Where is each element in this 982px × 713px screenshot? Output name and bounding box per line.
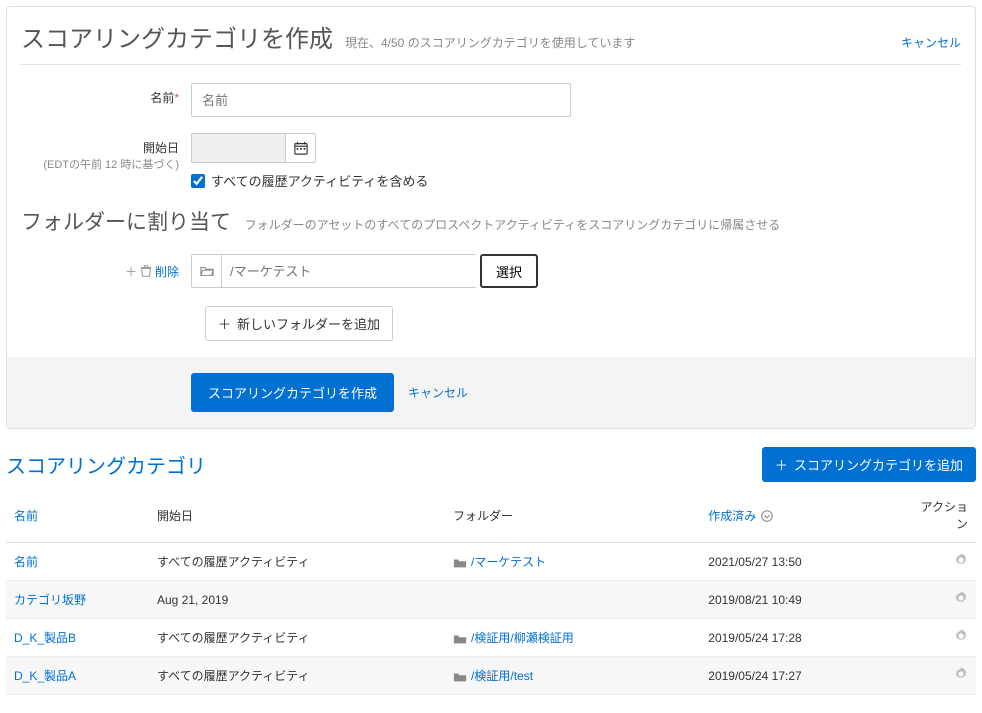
row-actions [904, 543, 976, 581]
gear-icon[interactable] [954, 629, 968, 643]
include-history-label: すべての履歴アクティビティを含める [211, 171, 428, 190]
sort-desc-icon [760, 509, 774, 523]
panel-header: スコアリングカテゴリを作成 現在、4/50 のスコアリングカテゴリを使用していま… [21, 19, 961, 54]
row-actions [904, 657, 976, 695]
row-name-link[interactable]: D_K_製品B [14, 631, 76, 645]
folder-icon [453, 556, 467, 570]
row-start: すべての履歴アクティビティ [149, 657, 445, 695]
start-date-label: 開始日 [143, 141, 179, 155]
list-title: スコアリングカテゴリ [6, 450, 206, 479]
row-start: すべての履歴アクティビティ [149, 543, 445, 581]
folder-section-header: フォルダーに割り当て フォルダーのアセットのすべてのプロスペクトアクティビティを… [21, 206, 961, 236]
add-category-button[interactable]: ＋ スコアリングカテゴリを追加 [762, 447, 976, 482]
col-header-created[interactable]: 作成済み [700, 488, 904, 543]
required-asterisk: * [174, 91, 179, 105]
folder-path-icon-addon [191, 254, 221, 288]
add-category-label: スコアリングカテゴリを追加 [794, 455, 963, 474]
row-folder-link[interactable]: /検証用/test [471, 669, 533, 683]
row-folder-link[interactable]: /検証用/柳瀬検証用 [471, 631, 574, 645]
category-list-section: スコアリングカテゴリ ＋ スコアリングカテゴリを追加 名前 開始日 フォルダー … [6, 447, 976, 695]
col-header-name[interactable]: 名前 [6, 488, 149, 543]
table-row: カテゴリ坂野 Aug 21, 2019 2019/08/21 10:49 [6, 581, 976, 619]
name-input[interactable] [191, 83, 571, 117]
row-actions [904, 619, 976, 657]
row-created: 2021/05/27 13:50 [700, 543, 904, 581]
row-name-link[interactable]: カテゴリ坂野 [14, 593, 86, 607]
start-date-row: 開始日 (EDTの午前 12 時に基づく) すべての履歴アクティビティを含める [21, 133, 961, 190]
col-header-actions: アクション [904, 488, 976, 543]
row-actions [904, 581, 976, 619]
create-category-panel: スコアリングカテゴリを作成 現在、4/50 のスコアリングカテゴリを使用していま… [6, 6, 976, 429]
gear-icon[interactable] [954, 667, 968, 681]
col-header-start: 開始日 [149, 488, 445, 543]
select-folder-button[interactable]: 選択 [480, 254, 538, 288]
row-created: 2019/05/24 17:27 [700, 657, 904, 695]
name-row: 名前* [21, 83, 961, 117]
folder-path-input[interactable] [221, 254, 476, 288]
row-created: 2019/05/24 17:28 [700, 619, 904, 657]
start-date-input[interactable] [191, 133, 286, 163]
row-folder-link[interactable]: /マーケテスト [471, 555, 546, 569]
table-row: 名前 すべての履歴アクティビティ/マーケテスト 2021/05/27 13:50 [6, 543, 976, 581]
add-new-folder-button[interactable]: ＋ 新しいフォルダーを追加 [205, 306, 393, 341]
folder-open-icon [200, 264, 214, 278]
date-picker-button[interactable] [286, 133, 316, 163]
divider [21, 64, 961, 65]
category-table: 名前 開始日 フォルダー 作成済み アクション 名前すべての履歴アクティビティ/… [6, 488, 976, 695]
add-icon[interactable]: ＋ [125, 263, 137, 280]
col-header-folder: フォルダー [445, 488, 700, 543]
row-name-link[interactable]: D_K_製品A [14, 669, 76, 683]
include-history-row[interactable]: すべての履歴アクティビティを含める [191, 171, 961, 190]
cancel-link-top[interactable]: キャンセル [901, 34, 961, 51]
folder-section-desc: フォルダーのアセットのすべてのプロスペクトアクティビティをスコアリングカテゴリに… [245, 218, 781, 232]
plus-icon: ＋ [218, 314, 231, 333]
delete-folder-link[interactable]: 削除 [155, 263, 179, 280]
folder-control-row: ＋ 削除 選択 [21, 254, 961, 288]
start-date-sublabel: (EDTの午前 12 時に基づく) [21, 156, 179, 172]
calendar-icon [294, 141, 308, 155]
table-row: D_K_製品A すべての履歴アクティビティ/検証用/test 2019/05/24 … [6, 657, 976, 695]
row-start: Aug 21, 2019 [149, 581, 445, 619]
cancel-link-bottom[interactable]: キャンセル [408, 384, 468, 401]
trash-icon[interactable] [139, 264, 153, 278]
create-button[interactable]: スコアリングカテゴリを作成 [191, 373, 394, 412]
row-created: 2019/08/21 10:49 [700, 581, 904, 619]
row-name-link[interactable]: 名前 [14, 555, 38, 569]
include-history-checkbox[interactable] [191, 174, 205, 188]
name-label: 名前 [150, 91, 174, 105]
folder-section-title: フォルダーに割り当て [21, 211, 231, 234]
col-header-created-label: 作成済み [708, 509, 756, 523]
folder-icon [453, 632, 467, 646]
action-bar: スコアリングカテゴリを作成 キャンセル [7, 357, 975, 428]
page-subtitle: 現在、4/50 のスコアリングカテゴリを使用しています [345, 34, 635, 51]
row-start: すべての履歴アクティビティ [149, 619, 445, 657]
table-row: D_K_製品B すべての履歴アクティビティ/検証用/柳瀬検証用 2019/05/24… [6, 619, 976, 657]
page-title: スコアリングカテゴリを作成 [21, 19, 333, 54]
gear-icon[interactable] [954, 553, 968, 567]
gear-icon[interactable] [954, 591, 968, 605]
plus-icon: ＋ [775, 455, 788, 474]
add-new-folder-label: 新しいフォルダーを追加 [237, 314, 380, 333]
